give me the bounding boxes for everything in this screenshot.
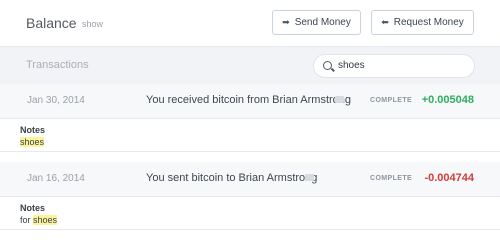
note-icon: [335, 96, 344, 103]
transaction-row[interactable]: Jan 30, 2014 You received bitcoin from B…: [0, 84, 500, 118]
transaction-description: You sent bitcoin to Brian Armstrong: [146, 172, 318, 184]
notes-highlight: shoes: [33, 215, 58, 225]
notes-label: Notes: [20, 125, 46, 135]
notes-prefix: for: [20, 215, 34, 225]
request-money-label: Request Money: [393, 17, 464, 28]
send-money-button[interactable]: ➡ Send Money: [272, 10, 361, 35]
show-balance-link[interactable]: show: [82, 19, 103, 29]
status-label: COMPLETE: [370, 97, 413, 104]
status-label: COMPLETE: [370, 175, 413, 182]
notes-text: for shoes: [20, 215, 58, 225]
balance-header: Balance show ➡ Send Money ⬅ Request Mone…: [0, 0, 500, 46]
search-input[interactable]: shoes: [313, 54, 475, 78]
search-icon: [323, 61, 332, 70]
right-arrow-icon: ➡: [282, 17, 290, 27]
transaction-amount: -0.004744: [424, 172, 474, 184]
transaction-row[interactable]: Jan 16, 2014 You sent bitcoin to Brian A…: [0, 162, 500, 196]
note-icon: [305, 174, 314, 181]
transaction-date: Jan 16, 2014: [27, 173, 85, 184]
transaction-amount: +0.005048: [421, 94, 474, 106]
transaction-notes: Notes shoes: [0, 118, 500, 152]
notes-highlight: shoes: [20, 137, 45, 147]
notes-text: shoes: [20, 137, 45, 147]
send-money-label: Send Money: [294, 17, 351, 28]
transactions-bar: Transactions shoes: [0, 46, 500, 84]
transaction-date: Jan 30, 2014: [27, 95, 85, 106]
request-money-button[interactable]: ⬅ Request Money: [371, 10, 474, 35]
balance-title: Balance: [26, 15, 77, 31]
transaction-description: You received bitcoin from Brian Armstron…: [146, 94, 352, 106]
notes-label: Notes: [20, 203, 46, 213]
left-arrow-icon: ⬅: [381, 17, 389, 27]
search-value: shoes: [338, 60, 365, 71]
transaction-notes: Notes for shoes: [0, 196, 500, 230]
transactions-title: Transactions: [26, 59, 89, 71]
